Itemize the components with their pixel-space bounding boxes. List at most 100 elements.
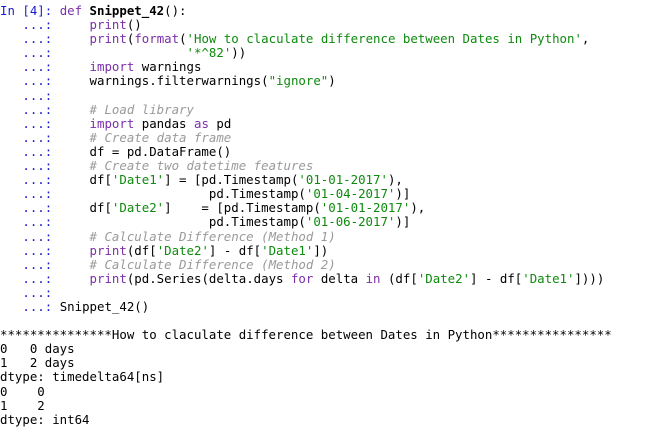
code-token: ]))) <box>574 270 605 286</box>
code-token: ]) <box>313 242 329 258</box>
code-line: ...: import warnings <box>0 60 667 74</box>
code-token: # Load library <box>89 101 194 117</box>
code-token: ), <box>410 200 426 216</box>
code-token: () <box>126 17 142 33</box>
continuation-prompt: ...: <box>0 31 53 47</box>
code-line: ...: # Calculate Difference (Method 1) <box>0 228 667 244</box>
output-line: 1 2 days <box>0 355 75 371</box>
code-line: ...: # Create two datetime features <box>0 158 667 174</box>
continuation-prompt: ...: <box>0 143 53 159</box>
continuation-prompt: ...: <box>0 59 53 75</box>
code-token: df = pd.DataFrame() <box>59 143 232 159</box>
code-line: In [4]: def Snippet_42(): <box>0 3 667 18</box>
code-token: , <box>581 31 590 47</box>
code-token: import <box>89 59 135 75</box>
code-token: ] - df[ <box>470 270 523 286</box>
code-line: ...: df['Date1'] = [pd.Timestamp('01-01-… <box>0 173 667 187</box>
code-line: ...: pd.Timestamp('01-04-2017')] <box>0 187 667 201</box>
code-token: 'Date2' <box>417 270 471 286</box>
code-token: df[ <box>59 172 112 188</box>
continuation-prompt: ...: <box>0 186 53 202</box>
continuation-prompt: ...: <box>0 172 53 188</box>
code-line: ...: # Load library <box>0 101 667 117</box>
code-line: ...: Snippet_42() <box>0 298 667 314</box>
output-line: 0 0 days <box>0 341 75 357</box>
code-token: )) <box>231 45 247 61</box>
code-token: 'Date2' <box>156 242 209 258</box>
code-token: warnings <box>134 59 202 75</box>
continuation-prompt: ...: <box>0 158 53 174</box>
code-token: '01-04-2017' <box>305 186 396 202</box>
code-token: ( <box>179 31 187 47</box>
code-token: ] = [pd.Timestamp( <box>164 172 299 188</box>
code-token: (pd.Series(delta.days <box>126 270 291 286</box>
continuation-prompt: ...: <box>0 129 53 145</box>
code-token: '*^82' <box>186 45 232 61</box>
code-token: Snippet_42 <box>89 3 165 18</box>
code-token: delta <box>313 270 366 286</box>
continuation-prompt: ...: <box>0 284 53 300</box>
code-token: print <box>89 270 127 286</box>
code-token: def <box>59 3 90 18</box>
output-line: ***************How to claculate differen… <box>0 327 612 343</box>
code-line: ...: print(pd.Series(delta.days for delt… <box>0 270 667 286</box>
code-token: ] = [pd.Timestamp( <box>164 200 321 216</box>
code-token: # Create data frame <box>89 129 232 145</box>
code-token: ), <box>387 172 403 188</box>
code-token: 'Date1' <box>522 270 575 286</box>
ipython-console: In [4]: def Snippet_42(): ...: print() .… <box>0 0 667 427</box>
code-token: df[ <box>59 200 112 216</box>
code-token: '01-01-2017' <box>298 172 388 188</box>
code-token: )] <box>395 186 411 202</box>
code-line: ...: # Create data frame <box>0 129 667 145</box>
code-token: 'Date1' <box>111 172 165 188</box>
continuation-prompt: ...: <box>0 298 53 314</box>
code-token: format <box>134 31 180 47</box>
code-line: ...: df = pd.DataFrame() <box>0 143 667 159</box>
code-token: in <box>365 270 381 286</box>
output-line: dtype: int64 <box>0 411 90 427</box>
code-token: ) <box>328 73 336 89</box>
code-token: ] - df[ <box>208 242 262 258</box>
code-token: as <box>193 115 209 131</box>
cell-gap <box>0 314 667 328</box>
code-token: pd <box>208 115 232 131</box>
code-token: # Calculate Difference (Method 1) <box>89 228 336 244</box>
code-token: import <box>89 115 135 131</box>
code-line: ...: warnings.filterwarnings("ignore") <box>0 74 667 88</box>
code-token: (): <box>164 3 187 18</box>
code-line: ...: print(df['Date2'] - df['Date1']) <box>0 242 667 258</box>
code-token: print <box>89 31 127 47</box>
code-line: ...: print(format('How to claculate diff… <box>0 32 667 46</box>
code-token: '01-06-2017' <box>305 214 396 230</box>
code-token: pd.Timestamp( <box>59 214 306 230</box>
code-token: (df[ <box>380 270 418 286</box>
code-token: print <box>89 17 127 33</box>
code-token: )] <box>395 214 411 230</box>
output-line: 1 2 <box>0 397 45 413</box>
code-token: 'Date2' <box>111 200 165 216</box>
continuation-prompt: ...: <box>0 115 53 131</box>
code-line: ...: import pandas as pd <box>0 115 667 131</box>
continuation-prompt: ...: <box>0 228 53 244</box>
code-token: # Create two datetime features <box>89 158 314 174</box>
code-line: ...: <box>0 284 667 300</box>
code-token: 'How to claculate difference between Dat… <box>186 31 582 47</box>
output-line: dtype: timedelta64[ns] <box>0 369 165 385</box>
code-line: ...: pd.Timestamp('01-06-2017')] <box>0 215 667 229</box>
output-area: ***************How to claculate differen… <box>0 328 667 427</box>
code-token: pandas <box>134 115 194 131</box>
output-line: 0 0 <box>0 383 45 399</box>
continuation-prompt: ...: <box>0 242 53 258</box>
